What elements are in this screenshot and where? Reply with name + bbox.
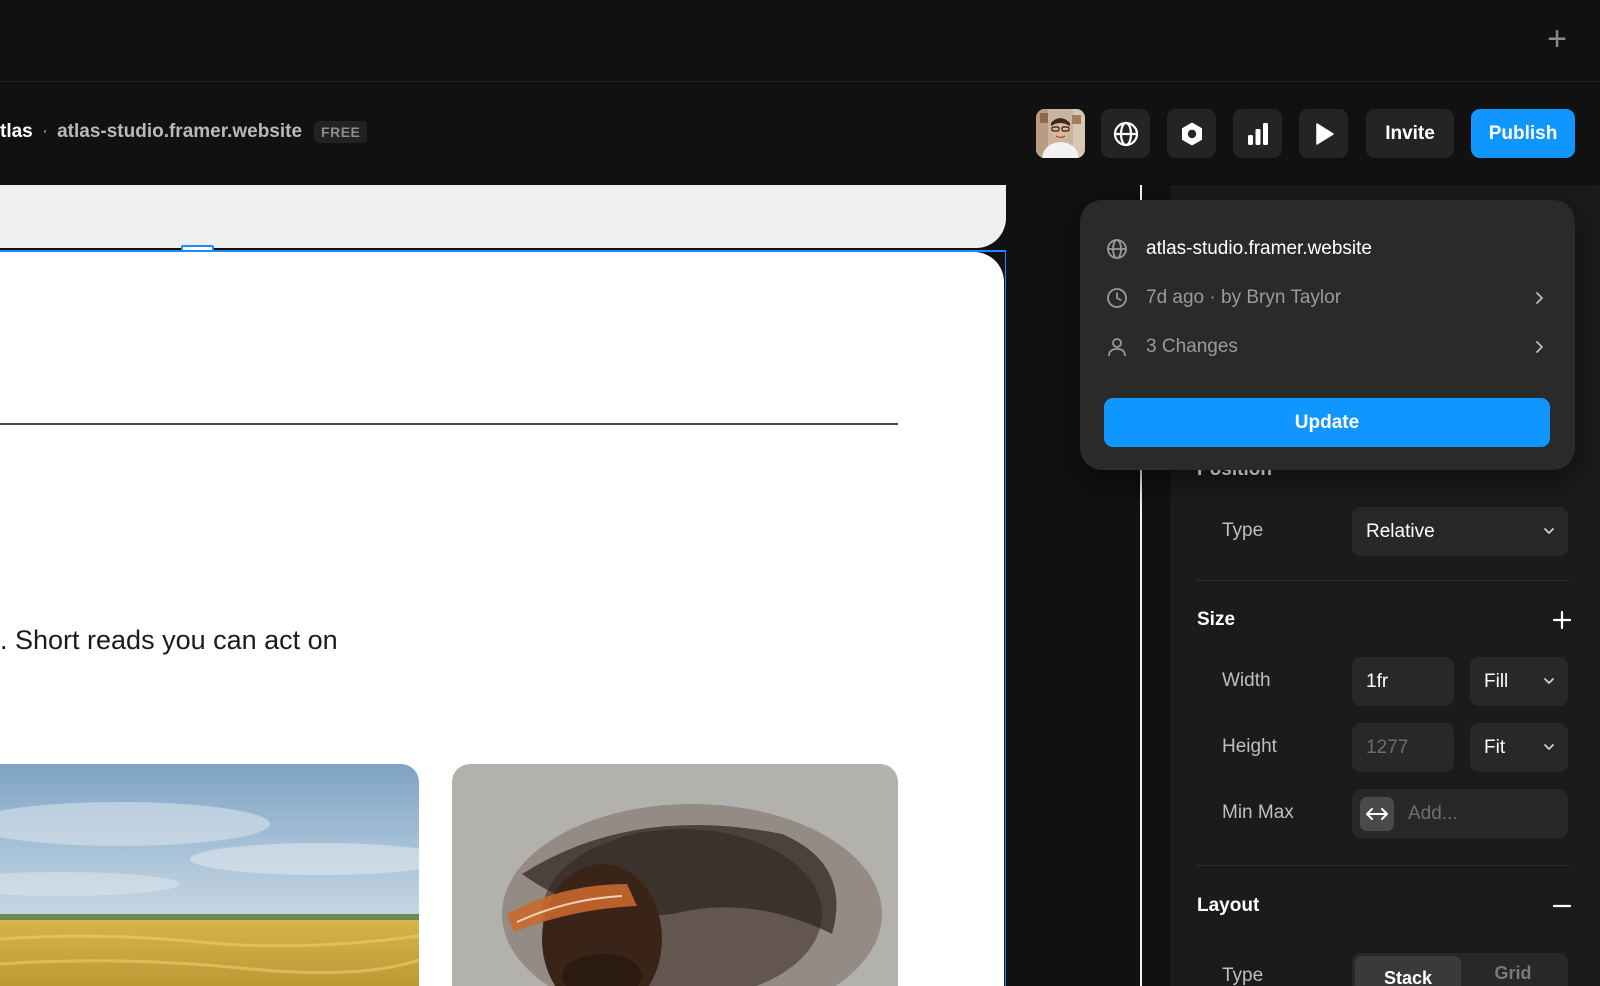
update-button[interactable]: Update	[1104, 398, 1550, 447]
height-value: 1277	[1366, 736, 1409, 758]
resize-horizontal-icon	[1366, 808, 1388, 820]
breadcrumb: tlas · atlas-studio.framer.website FREE	[0, 120, 368, 144]
minmax-placeholder: Add...	[1408, 802, 1458, 824]
minmax-label: Min Max	[1222, 802, 1294, 823]
site-domain[interactable]: atlas-studio.framer.website	[57, 121, 302, 143]
framer-editor-window: + tlas · atlas-studio.framer.website FRE…	[0, 0, 1600, 986]
section-divider	[1197, 580, 1570, 581]
width-input[interactable]: 1fr	[1352, 657, 1454, 706]
clock-icon	[1107, 288, 1127, 308]
layout-option-grid[interactable]: Grid	[1460, 953, 1566, 986]
minmax-toggle[interactable]	[1360, 797, 1394, 831]
chevron-right-icon	[1536, 341, 1543, 353]
globe-button[interactable]	[1101, 109, 1150, 158]
page-nav-strip[interactable]	[0, 185, 1006, 248]
selection-handle[interactable]	[181, 245, 214, 252]
height-mode-select[interactable]: Fit	[1470, 723, 1568, 772]
position-type-select[interactable]: Relative	[1352, 507, 1568, 556]
chevron-down-icon	[1544, 678, 1554, 684]
play-icon	[1315, 122, 1334, 145]
minus-icon[interactable]	[1552, 896, 1572, 916]
project-name[interactable]: tlas	[0, 121, 33, 143]
chevron-down-icon	[1544, 744, 1554, 750]
bar-chart-icon	[1247, 122, 1268, 145]
chevron-right-icon	[1536, 292, 1543, 304]
globe-icon	[1107, 239, 1127, 259]
minmax-input[interactable]: Add...	[1352, 789, 1568, 838]
analytics-button[interactable]	[1233, 109, 1282, 158]
user-icon	[1108, 338, 1126, 357]
avatar-image	[1036, 109, 1085, 158]
size-section-title: Size	[1197, 609, 1236, 630]
position-type-label: Type	[1222, 520, 1264, 541]
popover-domain-row[interactable]: atlas-studio.framer.website	[1106, 234, 1546, 264]
layout-option-stack[interactable]: Stack	[1355, 956, 1461, 986]
hexagon-icon	[1181, 122, 1202, 145]
popover-domain: atlas-studio.framer.website	[1146, 238, 1372, 259]
popover-history-row[interactable]: 7d ago · by Bryn Taylor	[1106, 283, 1546, 313]
height-input[interactable]: 1277	[1352, 723, 1454, 772]
height-label: Height	[1222, 736, 1277, 757]
settings-button[interactable]	[1167, 109, 1216, 158]
width-value: 1fr	[1366, 670, 1389, 692]
layout-type-segmented: Stack Grid	[1352, 953, 1568, 986]
width-mode-select[interactable]: Fill	[1470, 657, 1568, 706]
chevron-down-icon	[1544, 528, 1554, 534]
section-divider	[1197, 865, 1570, 866]
layout-type-label: Type	[1222, 965, 1264, 986]
popover-last-published: 7d ago · by Bryn Taylor	[1146, 287, 1342, 308]
publish-popover: atlas-studio.framer.website 7d ago · by …	[1080, 200, 1575, 470]
plus-icon[interactable]	[1552, 610, 1572, 630]
plan-badge: FREE	[314, 121, 368, 143]
popover-changes-row[interactable]: 3 Changes	[1106, 332, 1546, 362]
selection-outline	[0, 250, 1007, 986]
invite-button[interactable]: Invite	[1366, 109, 1454, 158]
layout-section-title: Layout	[1197, 895, 1260, 916]
width-label: Width	[1222, 670, 1271, 691]
tab-strip: +	[0, 0, 1600, 82]
popover-changes: 3 Changes	[1146, 336, 1238, 357]
breadcrumb-separator: ·	[41, 121, 49, 142]
design-canvas[interactable]: . Short reads you can act on	[0, 185, 1142, 986]
height-mode-value: Fit	[1484, 736, 1506, 758]
new-tab-button[interactable]: +	[1540, 22, 1574, 58]
breakpoint-frame-top	[1140, 185, 1142, 200]
preview-button[interactable]	[1299, 109, 1348, 158]
publish-button[interactable]: Publish	[1471, 109, 1575, 158]
position-type-value: Relative	[1366, 520, 1435, 542]
avatar[interactable]	[1036, 109, 1085, 158]
globe-icon	[1113, 121, 1138, 146]
width-mode-value: Fill	[1484, 670, 1509, 692]
